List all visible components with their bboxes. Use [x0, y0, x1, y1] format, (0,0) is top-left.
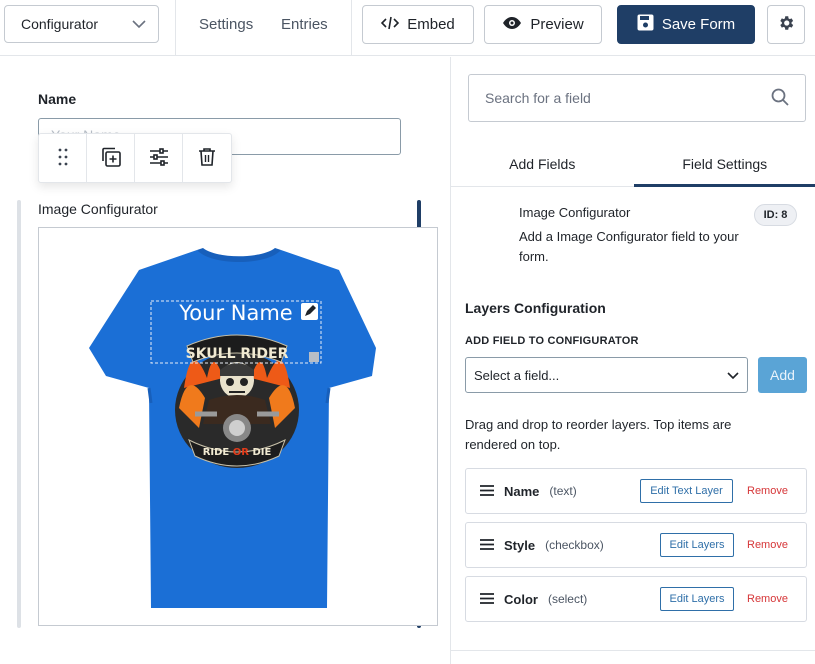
delete-field-button[interactable] — [183, 134, 231, 182]
overlay-name-text: Your Name — [178, 301, 292, 325]
layer-item[interactable]: Color (select) Edit Layers Remove — [465, 576, 807, 622]
edit-layer-button[interactable]: Edit Layers — [660, 533, 734, 557]
layer-item[interactable]: Style (checkbox) Edit Layers Remove — [465, 522, 807, 568]
graphic-or-text: OR — [233, 447, 250, 458]
nav-settings[interactable]: Settings — [199, 16, 253, 33]
tab-field-settings[interactable]: Field Settings — [633, 143, 815, 187]
layer-item[interactable]: Name (text) Edit Text Layer Remove — [465, 468, 807, 514]
field-settings-panel: Search for a field Add Fields Field Sett… — [450, 57, 815, 664]
image-field-label: Image Configurator — [38, 201, 158, 217]
resize-handle[interactable] — [309, 352, 319, 362]
layer-type: (checkbox) — [545, 538, 604, 552]
layer-name: Color — [504, 591, 538, 607]
hamburger-icon[interactable] — [480, 483, 494, 499]
top-bar: Configurator Settings Entries Embed Prev… — [0, 0, 815, 56]
layer-name: Style — [504, 537, 536, 553]
hamburger-icon[interactable] — [480, 537, 494, 553]
layer-field-select-value: Select a field... — [474, 367, 560, 383]
layer-type: (text) — [549, 484, 577, 498]
settings-button[interactable] — [767, 5, 805, 44]
search-placeholder: Search for a field — [485, 90, 591, 106]
layers-help-text: Drag and drop to reorder layers. Top ite… — [465, 417, 732, 452]
tab-add-fields[interactable]: Add Fields — [451, 143, 634, 186]
field-drag-guide — [17, 200, 21, 628]
graphic-die-text: DIE — [252, 447, 271, 458]
form-select[interactable]: Configurator — [4, 5, 159, 43]
preview-label: Preview — [530, 16, 584, 33]
trash-icon — [198, 147, 216, 170]
chevron-down-icon — [132, 16, 146, 32]
field-toolbar — [38, 133, 232, 183]
add-layer-button[interactable]: Add — [758, 357, 807, 393]
hamburger-icon[interactable] — [480, 591, 494, 607]
edit-layer-button[interactable]: Edit Layers — [660, 587, 734, 611]
field-type-description: Add a Image Configurator field to your f… — [519, 229, 739, 264]
drag-handle[interactable] — [39, 134, 87, 182]
graphic-top-text: SKULL RIDER — [186, 346, 289, 362]
divider — [451, 650, 815, 651]
graphic-ride-text: RIDE — [203, 447, 230, 458]
code-icon — [381, 16, 400, 34]
divider — [175, 0, 176, 56]
chevron-down-icon — [727, 368, 739, 383]
duplicate-button[interactable] — [87, 134, 135, 182]
remove-layer-link[interactable]: Remove — [747, 539, 788, 551]
form-select-value: Configurator — [21, 16, 99, 32]
remove-layer-link[interactable]: Remove — [747, 593, 788, 605]
search-field-input[interactable]: Search for a field — [468, 74, 806, 122]
remove-layer-link[interactable]: Remove — [747, 485, 788, 497]
svg-text:RIDE OR DIE: RIDE OR DIE — [203, 447, 272, 458]
sliders-icon — [149, 147, 169, 169]
layer-name: Name — [504, 483, 540, 499]
gear-icon — [777, 14, 795, 36]
save-disk-icon — [637, 14, 654, 35]
embed-button[interactable]: Embed — [362, 5, 474, 44]
layers-section-title: Layers Configuration — [465, 300, 606, 316]
image-configurator-preview[interactable]: SKULL RIDER RIDE OR DIE Your Name — [38, 227, 438, 626]
pencil-icon[interactable] — [301, 303, 318, 320]
field-settings-button[interactable] — [135, 134, 183, 182]
eye-icon — [502, 16, 522, 34]
field-id-badge: ID: 8 — [754, 204, 797, 226]
search-icon — [771, 88, 789, 109]
nav-entries[interactable]: Entries — [281, 16, 328, 33]
field-type-title: Image Configurator — [519, 205, 631, 220]
embed-label: Embed — [407, 16, 455, 33]
layer-field-select[interactable]: Select a field... — [465, 357, 748, 393]
preview-button[interactable]: Preview — [484, 5, 602, 44]
tshirt-image: SKULL RIDER RIDE OR DIE Your Name — [89, 248, 376, 608]
form-canvas: Name Your Name Image Configurator — [0, 57, 450, 664]
save-form-label: Save Form — [661, 16, 736, 33]
duplicate-icon — [100, 146, 122, 171]
add-field-label: ADD FIELD TO CONFIGURATOR — [465, 335, 639, 347]
edit-layer-button[interactable]: Edit Text Layer — [640, 479, 733, 503]
divider — [351, 0, 352, 56]
name-field-label: Name — [38, 91, 77, 107]
drag-dots-icon — [58, 148, 68, 169]
layer-type: (select) — [547, 592, 588, 606]
panel-tabs: Add Fields Field Settings — [451, 143, 815, 187]
save-form-button[interactable]: Save Form — [617, 5, 755, 44]
